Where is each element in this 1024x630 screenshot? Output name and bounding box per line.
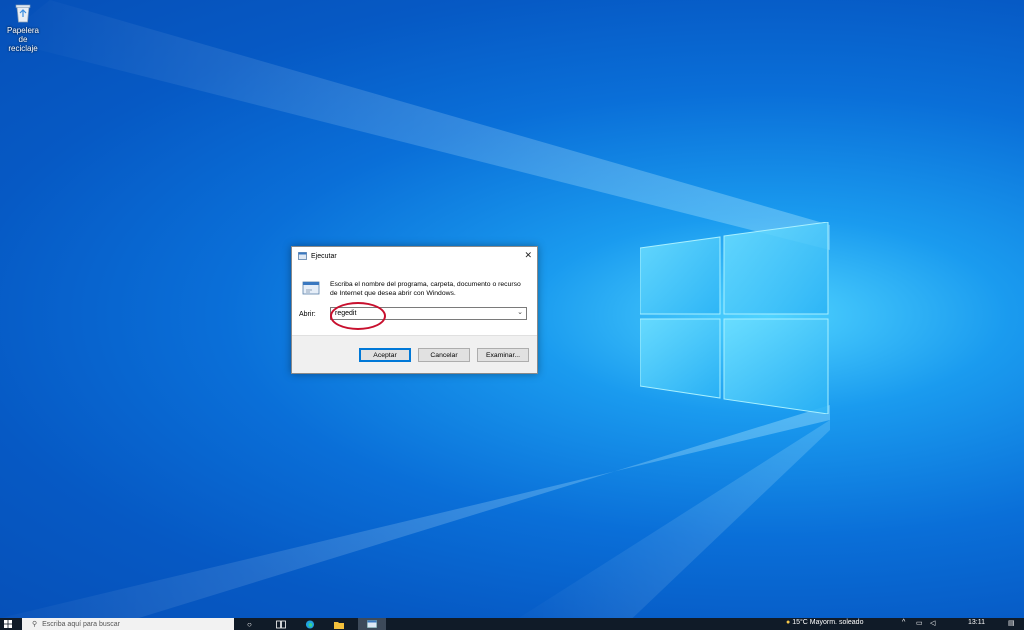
run-dialog: Ejecutar ✕ Escriba el nombre del program… bbox=[291, 246, 538, 374]
sun-icon: ● bbox=[786, 619, 791, 626]
dialog-button-bar: Aceptar Cancelar Examinar... bbox=[292, 335, 537, 373]
recycle-bin-icon bbox=[12, 2, 34, 24]
volume-icon[interactable]: ◁ bbox=[930, 619, 935, 627]
start-button[interactable] bbox=[0, 618, 16, 630]
run-dialog-description: Escriba el nombre del programa, carpeta,… bbox=[330, 281, 521, 297]
windows-logo-wallpaper bbox=[640, 222, 829, 414]
search-icon: ⚲ bbox=[32, 621, 38, 628]
notifications-icon[interactable]: ▤ bbox=[1008, 619, 1015, 627]
weather-widget[interactable]: ● 15°C Mayorm. soleado bbox=[786, 619, 863, 626]
start-icon bbox=[4, 620, 12, 628]
close-icon[interactable]: ✕ bbox=[524, 250, 532, 261]
run-program-icon bbox=[302, 281, 320, 295]
taskbar: ⚲ Escriba aquí para buscar ○ ● 15°C Mayo… bbox=[0, 618, 1024, 630]
ok-button[interactable]: Aceptar bbox=[359, 348, 411, 362]
recycle-bin-label: Papelera de reciclaje bbox=[6, 26, 40, 53]
task-view-icon[interactable] bbox=[276, 620, 286, 629]
run-dialog-title: Ejecutar bbox=[311, 252, 337, 260]
cortana-icon[interactable]: ○ bbox=[247, 620, 257, 629]
run-app-icon bbox=[367, 620, 377, 628]
edge-icon[interactable] bbox=[305, 620, 315, 629]
highlight-ellipse bbox=[330, 302, 386, 330]
clock[interactable]: 13:11 bbox=[968, 619, 985, 626]
cancel-button[interactable]: Cancelar bbox=[418, 348, 470, 362]
browse-button[interactable]: Examinar... bbox=[477, 348, 529, 362]
chevron-up-icon[interactable]: ^ bbox=[902, 619, 905, 626]
taskbar-search-placeholder: Escriba aquí para buscar bbox=[42, 620, 120, 628]
run-dialog-titlebar[interactable]: Ejecutar ✕ bbox=[292, 247, 537, 265]
taskbar-search-box[interactable]: ⚲ Escriba aquí para buscar bbox=[22, 618, 234, 630]
open-label: Abrir: bbox=[299, 311, 316, 318]
network-icon[interactable]: ▭ bbox=[916, 619, 923, 627]
file-explorer-icon[interactable] bbox=[334, 620, 344, 629]
run-app-taskbar-item[interactable] bbox=[358, 618, 386, 630]
run-title-icon bbox=[298, 252, 307, 260]
chevron-down-icon[interactable]: ⌄ bbox=[517, 308, 523, 316]
weather-text: 15°C Mayorm. soleado bbox=[792, 619, 864, 626]
recycle-bin-shortcut[interactable]: Papelera de reciclaje bbox=[4, 2, 42, 53]
